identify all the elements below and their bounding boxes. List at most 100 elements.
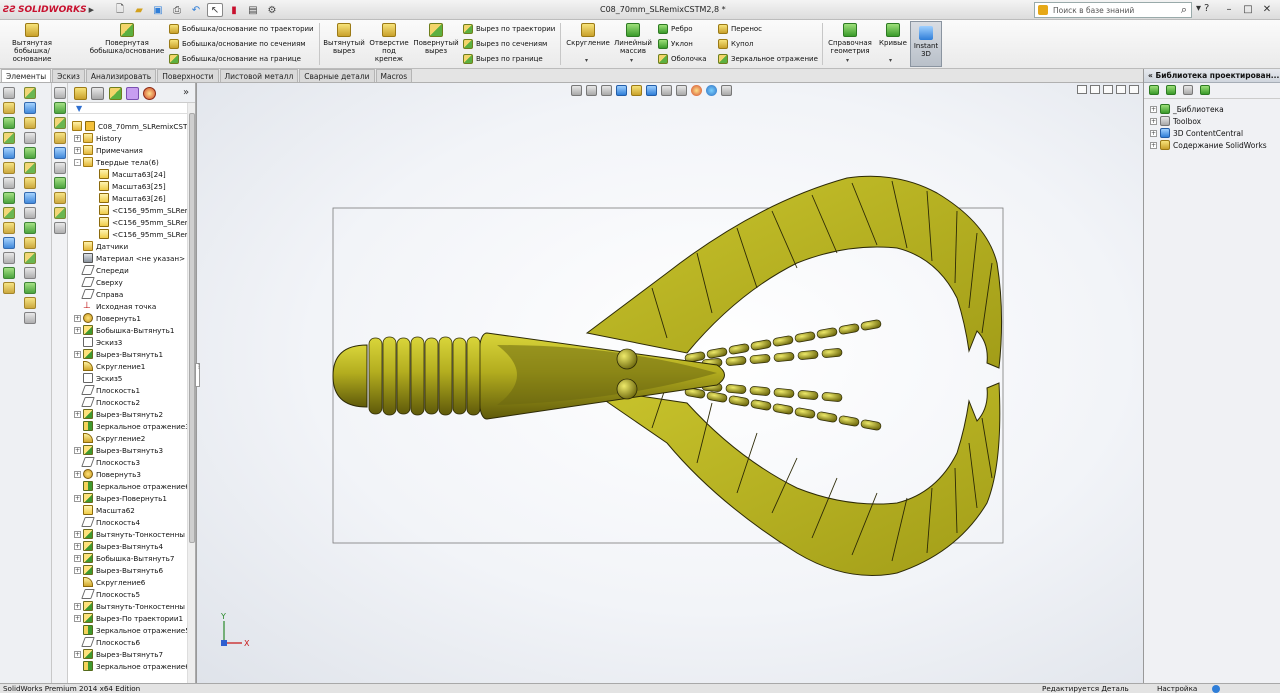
view-tool-10-icon[interactable]: [54, 222, 66, 234]
tree-item[interactable]: Масшта62: [74, 504, 135, 516]
tab-evaluate[interactable]: Анализировать: [85, 69, 157, 82]
print-icon[interactable]: ⎙: [169, 3, 185, 17]
tree-item[interactable]: + Вытянуть-Тонкостенны: [74, 528, 185, 540]
linear-pattern-button[interactable]: Линейный массив: [612, 23, 654, 55]
tab-sketch[interactable]: Эскиз: [52, 69, 85, 82]
feature-tool-3-icon[interactable]: [24, 117, 36, 129]
tree-item[interactable]: Плоскость1: [74, 384, 140, 396]
tree-item[interactable]: <C156_95mm_SLRem: [90, 216, 192, 228]
tree-item[interactable]: Плоскость4: [74, 516, 140, 528]
expand-toggle-icon[interactable]: +: [74, 134, 81, 142]
expand-panel-icon[interactable]: »: [183, 87, 189, 98]
extruded-cut-button[interactable]: Вытянутый вырез: [323, 23, 365, 55]
view-tool-2-icon[interactable]: [54, 102, 66, 114]
tree-root-part[interactable]: C08_70mm_SLRemixCSTM: [72, 120, 194, 132]
sketch-tool-11-icon[interactable]: [3, 237, 15, 249]
library-item[interactable]: + Toolbox: [1150, 115, 1280, 127]
expand-toggle-icon[interactable]: +: [1150, 117, 1157, 125]
tree-item[interactable]: <C156_95mm_SLRemi: [90, 204, 194, 216]
configuration-manager-tab-icon[interactable]: [109, 87, 122, 100]
swept-boss-button[interactable]: Бобышка/основание по траектории: [169, 24, 314, 34]
tree-scrollbar[interactable]: [187, 103, 195, 683]
feature-tool-13-icon[interactable]: [24, 267, 36, 279]
tree-item[interactable]: + Вырез-Вытянуть7: [74, 648, 163, 660]
expand-toggle-icon[interactable]: -: [74, 158, 81, 166]
expand-toggle-icon[interactable]: +: [1150, 129, 1157, 137]
search-dropdown-icon[interactable]: ▾: [1196, 3, 1201, 14]
swept-cut-button[interactable]: Вырез по траектории: [463, 24, 555, 34]
refresh-icon[interactable]: [1200, 85, 1210, 95]
tree-item[interactable]: - Твердые тела(6): [74, 156, 159, 168]
feature-tool-1-icon[interactable]: [24, 87, 36, 99]
curves-dropdown-icon[interactable]: ▾: [889, 57, 892, 64]
tree-item[interactable]: + Вырез-Повернуть1: [74, 492, 167, 504]
tree-filter[interactable]: ▼: [68, 103, 195, 114]
sketch-tool-2-icon[interactable]: [3, 102, 15, 114]
minimize-icon[interactable]: –: [1220, 2, 1238, 16]
expand-toggle-icon[interactable]: +: [1150, 141, 1157, 149]
tree-item[interactable]: Зеркальное отражение5: [74, 624, 190, 636]
feature-tool-12-icon[interactable]: [24, 252, 36, 264]
display-manager-tab-icon[interactable]: [143, 87, 156, 100]
solidworks-logo[interactable]: ƧƧ SOLIDWORKS ▶: [3, 3, 94, 17]
lofted-boss-button[interactable]: Бобышка/основание по сечениям: [169, 39, 306, 49]
expand-toggle-icon[interactable]: +: [74, 350, 81, 358]
instant3d-button[interactable]: Instant 3D: [910, 21, 942, 67]
fillet-dropdown-icon[interactable]: ▾: [585, 57, 588, 64]
tree-item[interactable]: + Вырез-Вытянуть6: [74, 564, 163, 576]
mirror-button[interactable]: Зеркальное отражение: [718, 54, 818, 64]
sketch-tool-9-icon[interactable]: [3, 207, 15, 219]
tree-item[interactable]: Спереди: [74, 264, 129, 276]
feature-tool-8-icon[interactable]: [24, 192, 36, 204]
sketch-tool-13-icon[interactable]: [3, 267, 15, 279]
tree-item[interactable]: Эскиз5: [74, 372, 122, 384]
expand-toggle-icon[interactable]: +: [74, 314, 81, 322]
lofted-cut-button[interactable]: Вырез по сечениям: [463, 39, 547, 49]
view-tool-5-icon[interactable]: [54, 147, 66, 159]
tree-item[interactable]: Плоскость6: [74, 636, 140, 648]
view-tool-7-icon[interactable]: [54, 177, 66, 189]
view-tool-3-icon[interactable]: [54, 117, 66, 129]
view-tool-6-icon[interactable]: [54, 162, 66, 174]
tree-item[interactable]: Масшта63[25]: [90, 180, 166, 192]
draft-button[interactable]: Уклон: [658, 39, 693, 49]
expand-toggle-icon[interactable]: +: [74, 530, 81, 538]
graphics-area[interactable]: ⋮ Y X: [195, 83, 1144, 683]
tree-item[interactable]: Масшта63[24]: [90, 168, 166, 180]
tree-item[interactable]: <C156_95mm_SLRem: [90, 228, 192, 240]
revolved-boss-button[interactable]: Повернутая бобышка/основание: [88, 23, 166, 55]
add-file-location-icon[interactable]: [1166, 85, 1176, 95]
tree-item[interactable]: Масшта63[26]: [90, 192, 166, 204]
add-to-library-icon[interactable]: [1149, 85, 1159, 95]
custom-settings[interactable]: Настройка: [1157, 684, 1197, 693]
tree-item[interactable]: Зеркальное отражение3: [74, 420, 190, 432]
library-item[interactable]: + _Библиотека: [1150, 103, 1280, 115]
feature-tool-4-icon[interactable]: [24, 132, 36, 144]
wrap-button[interactable]: Перенос: [718, 24, 762, 34]
reference-geometry-button[interactable]: Справочная геометрия: [826, 23, 874, 55]
lure-3d-model[interactable]: Y X: [197, 83, 1144, 683]
tree-item[interactable]: + Вырез-По траектории1: [74, 612, 183, 624]
tree-item[interactable]: Сверху: [74, 276, 123, 288]
tree-item[interactable]: + Вырез-Вытянуть1: [74, 348, 163, 360]
library-item[interactable]: + Содержание SolidWorks: [1150, 139, 1280, 151]
expand-toggle-icon[interactable]: +: [74, 326, 81, 334]
boundary-boss-button[interactable]: Бобышка/основание на границе: [169, 54, 301, 64]
tree-item[interactable]: Датчики: [74, 240, 128, 252]
expand-toggle-icon[interactable]: +: [74, 410, 81, 418]
expand-toggle-icon[interactable]: +: [74, 146, 81, 154]
tab-macros[interactable]: Macros: [375, 69, 413, 82]
create-new-folder-icon[interactable]: [1183, 85, 1193, 95]
tree-item[interactable]: + History: [74, 132, 122, 144]
scrollbar-thumb[interactable]: [189, 113, 195, 543]
save-icon[interactable]: ▣: [150, 3, 166, 17]
tree-item[interactable]: + Повернуть1: [74, 312, 141, 324]
tree-item[interactable]: + Вырез-Вытянуть3: [74, 444, 163, 456]
expand-toggle-icon[interactable]: +: [74, 470, 81, 478]
feature-tool-16-icon[interactable]: [24, 312, 36, 324]
expand-toggle-icon[interactable]: +: [1150, 105, 1157, 113]
sketch-tool-14-icon[interactable]: [3, 282, 15, 294]
expand-toggle-icon[interactable]: +: [74, 542, 81, 550]
tree-item[interactable]: Справа: [74, 288, 123, 300]
search-icon[interactable]: ⌕: [1181, 3, 1187, 17]
